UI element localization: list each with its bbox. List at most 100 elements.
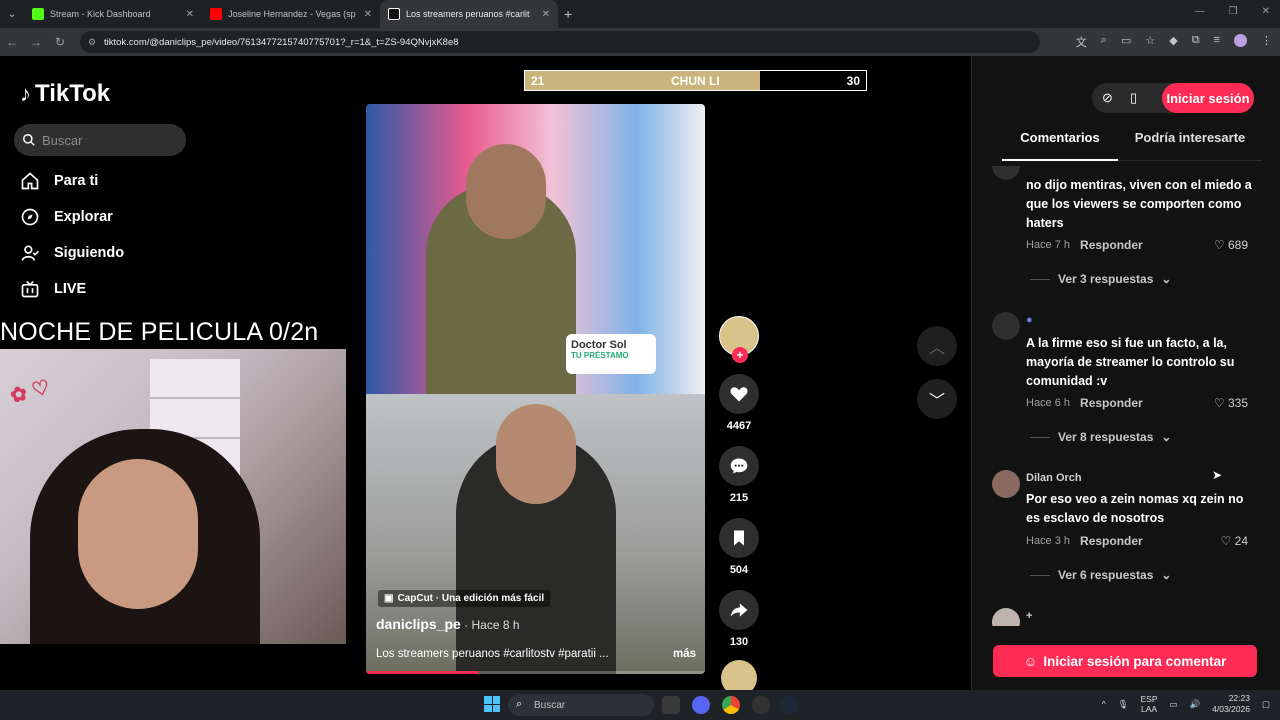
comment-time: Hace 7 h: [1026, 239, 1071, 251]
tab-tiktok-video[interactable]: Los streamers peruanos #carlit ✕: [380, 0, 558, 28]
score-label: CHUN LI: [671, 74, 720, 88]
sidebar-item-para-ti[interactable]: Para ti: [20, 170, 124, 192]
comment-like-button[interactable]: ♡ 335: [1214, 396, 1248, 410]
comment-bubble-icon: [730, 458, 748, 474]
close-tab-icon[interactable]: ✕: [186, 9, 194, 20]
tray-chevron-icon[interactable]: ^: [1102, 699, 1106, 709]
login-button[interactable]: Iniciar sesión: [1162, 83, 1254, 113]
tiktok-favicon-icon: [388, 8, 400, 20]
windows-start-icon[interactable]: [484, 696, 500, 712]
obs-icon[interactable]: [752, 696, 770, 714]
mobile-icon[interactable]: ▯: [1130, 90, 1137, 106]
save-button[interactable]: [719, 518, 759, 558]
reply-button[interactable]: Responder: [1080, 396, 1143, 410]
steam-icon[interactable]: [780, 696, 798, 714]
video-progress-bar[interactable]: [366, 671, 705, 674]
sidebar-item-live[interactable]: LIVE: [20, 278, 124, 300]
login-to-comment-button[interactable]: ☺ Iniciar sesión para comentar: [993, 645, 1257, 677]
live-tv-icon: [21, 280, 39, 298]
creator-avatar[interactable]: +: [719, 316, 759, 363]
extension-icon[interactable]: ◆: [1169, 34, 1177, 50]
previous-video-button[interactable]: ︿: [917, 326, 957, 366]
search-icon: [23, 134, 35, 146]
capcut-badge[interactable]: ▣ CapCut · Una edición más fácil: [378, 590, 551, 607]
comment-button[interactable]: [719, 446, 759, 486]
comment-text: A la firme eso si fue un facto, a la, ma…: [1026, 336, 1235, 388]
commenter-avatar[interactable]: [992, 312, 1020, 340]
chevron-down-icon: ﹀: [928, 393, 945, 410]
zoom-icon[interactable]: ⌕: [1101, 34, 1107, 50]
tiktok-logo[interactable]: ♪ TikTok: [20, 80, 110, 108]
back-icon[interactable]: ←: [0, 35, 24, 49]
minimize-icon[interactable]: —: [1195, 6, 1205, 17]
tab-search-icon[interactable]: ⌄: [0, 0, 24, 28]
notification-icon[interactable]: ▢: [1262, 699, 1270, 710]
commenter-avatar[interactable]: [992, 166, 1020, 180]
bookmark-star-icon[interactable]: ☆: [1145, 34, 1155, 50]
restore-icon[interactable]: ❐: [1229, 6, 1238, 17]
volume-icon[interactable]: 🔊: [1190, 699, 1201, 710]
reply-button[interactable]: Responder: [1080, 238, 1143, 252]
commenter-emoji-name[interactable]: ●: [1026, 314, 1033, 326]
url-field[interactable]: ⚙ tiktok.com/@daniclips_pe/video/7613477…: [80, 31, 1040, 53]
puzzle-icon[interactable]: ⧉: [1192, 34, 1200, 50]
tab-podria-interesarte[interactable]: Podría interesarte: [1118, 130, 1262, 161]
tab-kick-dashboard[interactable]: Stream - Kick Dashboard ✕: [24, 0, 202, 28]
sidebar-item-siguiendo[interactable]: Siguiendo: [20, 242, 124, 264]
video-person-2-head: [496, 404, 576, 504]
menu-dots-icon[interactable]: ⋮: [1261, 34, 1272, 50]
cast-icon[interactable]: ▭: [1121, 34, 1131, 50]
url-text: tiktok.com/@daniclips_pe/video/761347721…: [104, 36, 459, 48]
new-tab-button[interactable]: +: [564, 6, 572, 22]
like-button[interactable]: [719, 374, 759, 414]
forward-icon[interactable]: →: [24, 35, 48, 49]
view-replies-button[interactable]: Ver 6 respuestas ⌄: [1030, 568, 1171, 582]
commenter-emoji-name[interactable]: +: [1026, 610, 1032, 622]
site-info-icon[interactable]: ⚙: [88, 37, 96, 48]
translate-icon[interactable]: 文: [1076, 34, 1087, 50]
video-player[interactable]: Doctor Sol TU PRÉSTAMO ▣ CapCut · Una ed…: [366, 104, 705, 674]
view-replies-button[interactable]: Ver 3 respuestas ⌄: [1030, 272, 1171, 286]
search-placeholder: Buscar: [42, 132, 83, 148]
sidebar-item-explorar[interactable]: Explorar: [20, 206, 124, 228]
taskbar-clock[interactable]: 22:23 4/03/2026: [1212, 693, 1250, 715]
sponsor-sign: Doctor Sol TU PRÉSTAMO: [566, 334, 656, 374]
reading-list-icon[interactable]: ≡: [1214, 34, 1220, 50]
streamer-face: [78, 459, 198, 609]
compass-small-icon[interactable]: ⊘: [1102, 90, 1113, 106]
commenter-avatar[interactable]: [992, 608, 1020, 626]
close-window-icon[interactable]: ✕: [1262, 6, 1270, 17]
language-indicator[interactable]: ESP LAA: [1141, 694, 1158, 714]
view-replies-button[interactable]: Ver 8 respuestas ⌄: [1030, 430, 1171, 444]
bookmark-icon: [734, 530, 744, 546]
follow-plus-icon[interactable]: +: [732, 347, 748, 363]
tab-comentarios[interactable]: Comentarios: [1002, 130, 1118, 161]
video-top-frame: Doctor Sol TU PRÉSTAMO: [366, 104, 705, 394]
chrome-icon[interactable]: [722, 696, 740, 714]
tab-youtube-video[interactable]: Joseline Hernandez - Vegas (sp ✕: [202, 0, 380, 28]
commenter-name[interactable]: Dilan Orch: [1026, 472, 1082, 484]
webcam-overlay: ✿ ♡: [0, 349, 346, 644]
close-tab-icon[interactable]: ✕: [542, 9, 550, 20]
reply-button[interactable]: Responder: [1080, 534, 1143, 548]
close-tab-icon[interactable]: ✕: [364, 9, 372, 20]
youtube-favicon-icon: [210, 8, 222, 20]
stream-overlay-title: NOCHE DE PELICULA 0/2n: [0, 318, 319, 346]
network-icon[interactable]: ▭: [1170, 699, 1178, 710]
more-link[interactable]: más: [673, 648, 696, 660]
file-explorer-icon[interactable]: [662, 696, 680, 714]
profile-icon[interactable]: [1234, 34, 1247, 47]
comment-meta: Hace 6 h Responder ♡ 335: [1026, 396, 1248, 410]
browser-toolbar-icons: 文 ⌕ ▭ ☆ ◆ ⧉ ≡ ⋮: [1076, 34, 1272, 50]
comment-like-button[interactable]: ♡ 24: [1221, 534, 1248, 548]
next-video-button[interactable]: ﹀: [917, 379, 957, 419]
comment-like-button[interactable]: ♡ 689: [1214, 238, 1248, 252]
video-author[interactable]: daniclips_pe · Hace 8 h: [376, 616, 520, 632]
commenter-avatar[interactable]: [992, 470, 1020, 498]
taskbar-search-input[interactable]: ⌕ Buscar: [508, 694, 654, 716]
microphone-icon[interactable]: 🎙: [1118, 699, 1129, 710]
share-button[interactable]: [719, 590, 759, 630]
reload-icon[interactable]: ↻: [48, 35, 72, 49]
search-input[interactable]: Buscar: [14, 124, 186, 156]
discord-icon[interactable]: [692, 696, 710, 714]
